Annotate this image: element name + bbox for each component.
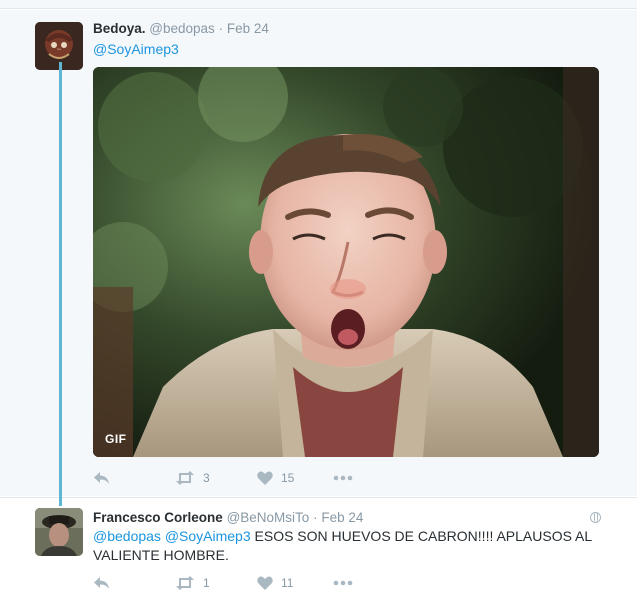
separator: · <box>218 21 224 36</box>
fullname[interactable]: Francesco Corleone <box>93 510 223 525</box>
timestamp[interactable]: Feb 24 <box>321 510 363 525</box>
svg-text:~: ~ <box>57 45 62 54</box>
retweet-icon <box>176 576 194 590</box>
avatar[interactable] <box>35 508 83 556</box>
tweet-header: Francesco Corleone @BeNoMsiTo · Feb 24 <box>93 510 363 525</box>
fullname[interactable]: Bedoya. <box>93 21 146 36</box>
retweet-count: 3 <box>203 471 210 485</box>
heart-icon <box>257 471 273 485</box>
reply-button[interactable] <box>93 573 111 593</box>
tweet-text: @SoyAimep3 <box>93 40 179 59</box>
tweet-timeline: ~ Bedoya. @bedopas · Feb 24 @SoyAimep3 G… <box>0 0 637 606</box>
tweet-bedoya[interactable]: ~ Bedoya. @bedopas · Feb 24 @SoyAimep3 G… <box>0 10 637 496</box>
like-count: 11 <box>281 576 294 590</box>
reply-icon <box>94 577 109 589</box>
username[interactable]: @BeNoMsiTo <box>227 510 310 525</box>
more-icon <box>333 580 353 586</box>
gif-badge: GIF <box>105 432 127 446</box>
gif-media[interactable]: GIF <box>93 67 599 457</box>
tweet-actions: 3 15 <box>93 468 413 488</box>
more-button[interactable] <box>333 468 353 488</box>
mention-links[interactable]: @bedopas @SoyAimep3 <box>93 528 251 544</box>
more-button[interactable] <box>333 573 353 593</box>
tweet-header: Bedoya. @bedopas · Feb 24 <box>93 21 269 36</box>
tweet-francesco[interactable]: Francesco Corleone @BeNoMsiTo · Feb 24 @… <box>0 497 637 606</box>
gif-frame-image <box>93 67 599 457</box>
reply-button[interactable] <box>93 468 111 488</box>
reply-icon <box>94 472 109 484</box>
like-button[interactable]: 15 <box>257 468 294 488</box>
like-button[interactable]: 11 <box>257 573 293 593</box>
tweet-actions: 1 11 <box>93 573 413 593</box>
like-count: 15 <box>281 471 295 485</box>
previous-tweet-edge <box>0 0 637 9</box>
timestamp[interactable]: Feb 24 <box>227 21 269 36</box>
tweet-text: @bedopas @SoyAimep3 ESOS SON HUEVOS DE C… <box>93 527 613 565</box>
retweet-count: 1 <box>203 576 210 590</box>
retweet-button[interactable]: 3 <box>175 468 210 488</box>
separator: · <box>313 510 318 525</box>
conversation-thread-line <box>59 62 62 506</box>
retweet-icon <box>176 471 194 485</box>
mention-link[interactable]: @SoyAimep3 <box>93 41 179 57</box>
globe-icon <box>590 512 601 523</box>
username[interactable]: @bedopas <box>149 21 215 36</box>
retweet-button[interactable]: 1 <box>175 573 210 593</box>
more-icon <box>333 475 353 481</box>
heart-icon <box>257 576 273 590</box>
